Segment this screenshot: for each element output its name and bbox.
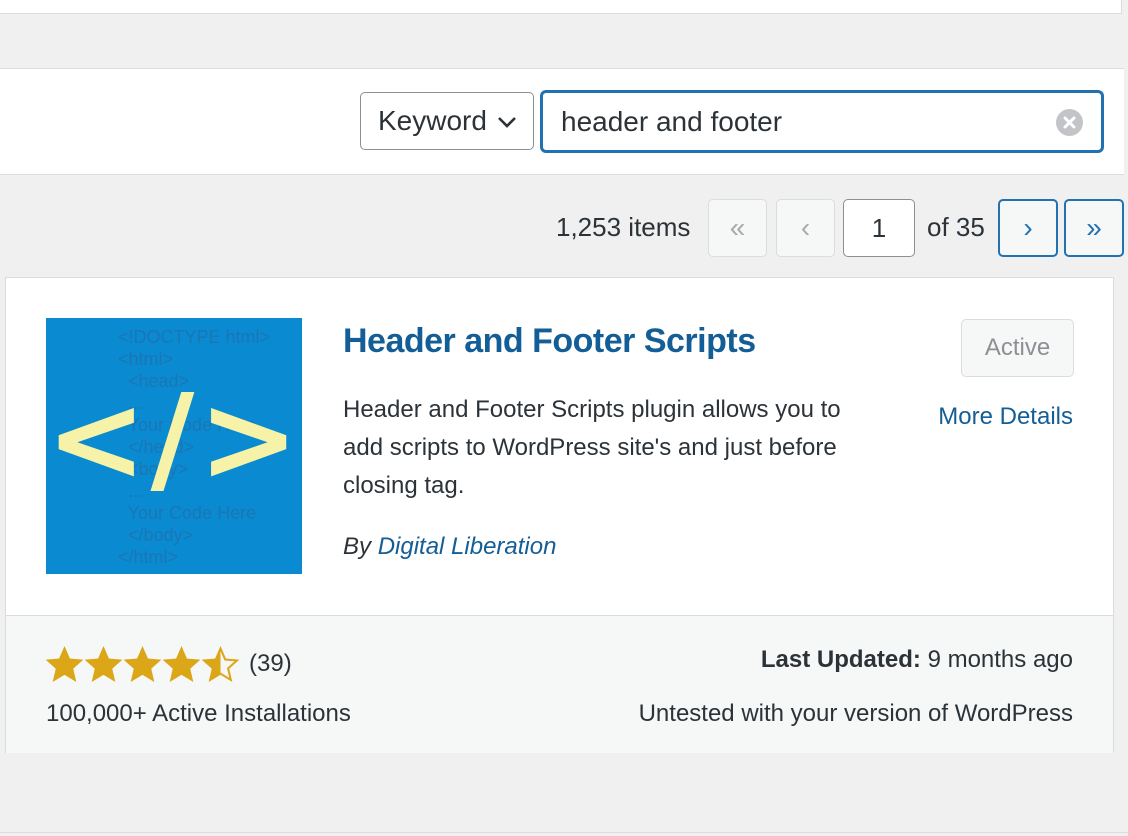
- search-input-value: header and footer: [561, 105, 783, 137]
- star-half-icon: [202, 646, 239, 682]
- more-details-link[interactable]: More Details: [938, 403, 1073, 431]
- active-button: Active: [961, 319, 1074, 377]
- plugin-description: Header and Footer Scripts plugin allows …: [343, 396, 841, 499]
- stars-group: [46, 646, 241, 682]
- search-type-select[interactable]: Keyword: [360, 92, 534, 150]
- next-page-button[interactable]: ›: [998, 199, 1058, 257]
- divider: [0, 832, 1128, 833]
- next-page-icon: ›: [1023, 212, 1033, 243]
- rating-count[interactable]: (39): [249, 650, 292, 678]
- last-page-icon: »: [1086, 212, 1102, 243]
- compatibility-notice: Untested with your version of WordPress: [638, 700, 1073, 727]
- author-link[interactable]: Digital Liberation: [378, 533, 557, 560]
- plugin-author: By Digital Liberation: [343, 533, 556, 561]
- code-brackets-icon: </>: [46, 370, 302, 509]
- last-updated: Last Updated: 9 months ago: [761, 646, 1073, 674]
- first-page-icon: «: [729, 212, 746, 243]
- prev-page-button: ‹: [776, 199, 835, 257]
- search-type-label: Keyword: [378, 105, 487, 136]
- active-installs: 100,000+ Active Installations: [46, 700, 351, 727]
- star-full-icon: [124, 646, 161, 682]
- clear-search-icon[interactable]: [1056, 109, 1083, 136]
- plugin-card: <!DOCTYPE html> <html> <head> ... Your C…: [5, 277, 1114, 753]
- current-page-value: 1: [871, 212, 887, 243]
- chevron-down-icon: [498, 117, 516, 128]
- star-full-icon: [85, 646, 122, 682]
- plugin-name-link[interactable]: Header and Footer Scripts: [343, 322, 756, 361]
- last-updated-value: 9 months ago: [927, 646, 1073, 673]
- star-full-icon: [46, 646, 83, 682]
- star-rating: (39): [46, 646, 292, 682]
- total-pages-label: of 35: [927, 212, 985, 242]
- first-page-button: «: [708, 199, 767, 257]
- last-page-button[interactable]: »: [1064, 199, 1124, 257]
- star-full-icon: [163, 646, 200, 682]
- current-page-input[interactable]: 1: [843, 199, 915, 257]
- top-panel: [0, 0, 1122, 14]
- prev-page-icon: ‹: [800, 212, 811, 243]
- plugin-search-input[interactable]: header and footer: [541, 91, 1103, 152]
- plugin-card-footer: (39) 100,000+ Active Installations Last …: [6, 615, 1113, 753]
- by-label: By: [343, 533, 372, 560]
- items-count: 1,253 items: [556, 212, 691, 242]
- plugin-icon[interactable]: <!DOCTYPE html> <html> <head> ... Your C…: [46, 318, 302, 574]
- last-updated-label: Last Updated:: [760, 646, 921, 673]
